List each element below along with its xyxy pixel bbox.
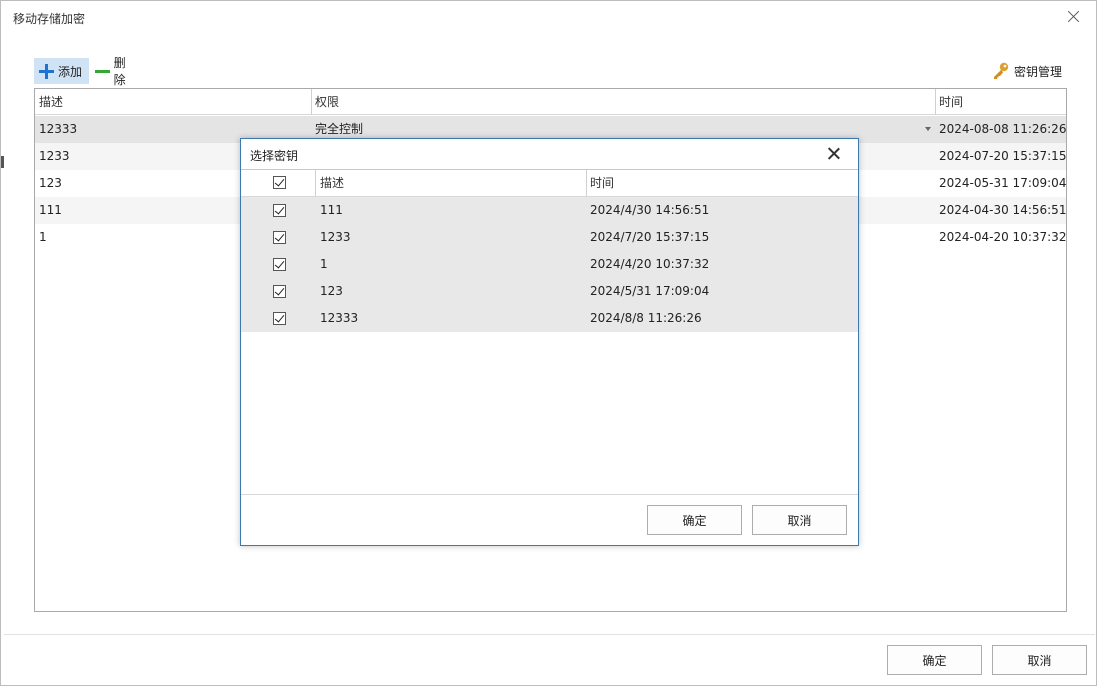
close-icon[interactable] [826, 146, 842, 162]
dialog-title: 选择密钥 [250, 149, 299, 163]
column-header-permission[interactable]: 权限 [311, 89, 339, 115]
key-icon [994, 62, 1009, 79]
key-row[interactable]: 12333 2024/8/8 11:26:26 [241, 305, 858, 332]
key-row[interactable]: 1 2024/4/20 10:37:32 [241, 251, 858, 278]
delete-button[interactable]: 删除 [90, 56, 142, 87]
row-checkbox[interactable] [273, 231, 286, 244]
column-header-time[interactable]: 时间 [935, 89, 963, 115]
key-time: 2024/7/20 15:37:15 [590, 230, 710, 244]
ok-button[interactable]: 确定 [887, 645, 982, 675]
key-desc: 1 [320, 257, 328, 271]
key-desc: 12333 [320, 311, 359, 325]
select-key-dialog: 选择密钥 描述 时间 111 2024/4/30 14:56:51 1233 2… [240, 138, 859, 546]
row-time: 2024-07-20 15:37:15 [939, 149, 1067, 163]
key-desc: 111 [320, 203, 343, 217]
row-checkbox[interactable] [273, 312, 286, 325]
key-management-label: 密钥管理 [1014, 64, 1063, 79]
row-desc: 1 [39, 230, 47, 244]
column-header-time[interactable]: 时间 [586, 170, 614, 196]
key-table: 描述 时间 111 2024/4/30 14:56:51 1233 2024/7… [241, 169, 858, 495]
close-icon[interactable] [1065, 8, 1083, 26]
key-desc: 123 [320, 284, 343, 298]
key-time: 2024/4/20 10:37:32 [590, 257, 710, 271]
row-checkbox[interactable] [273, 258, 286, 271]
dialog-cancel-button[interactable]: 取消 [752, 505, 847, 535]
table-header: 描述 权限 时间 [35, 89, 1066, 115]
key-row[interactable]: 123 2024/5/31 17:09:04 [241, 278, 858, 305]
key-row[interactable]: 1233 2024/7/20 15:37:15 [241, 224, 858, 251]
plus-icon [39, 63, 54, 79]
row-time: 2024-08-08 11:26:26 [939, 122, 1067, 136]
row-desc: 12333 [39, 122, 78, 136]
key-row[interactable]: 111 2024/4/30 14:56:51 [241, 197, 858, 224]
column-header-desc[interactable]: 描述 [35, 89, 63, 115]
select-all-checkbox[interactable] [273, 176, 286, 189]
key-time: 2024/4/30 14:56:51 [590, 203, 710, 217]
key-time: 2024/5/31 17:09:04 [590, 284, 710, 298]
dialog-ok-button[interactable]: 确定 [647, 505, 742, 535]
key-table-header: 描述 时间 [241, 170, 858, 197]
background-window-edge [1, 156, 4, 168]
row-time: 2024-05-31 17:09:04 [939, 176, 1067, 190]
row-time: 2024-04-30 14:56:51 [939, 203, 1067, 217]
chevron-down-icon[interactable] [925, 127, 931, 131]
window-title: 移动存储加密 [13, 12, 86, 26]
key-time: 2024/8/8 11:26:26 [590, 311, 702, 325]
add-button-label: 添加 [58, 64, 83, 79]
column-header-desc[interactable]: 描述 [316, 170, 344, 196]
delete-button-label: 删除 [113, 56, 126, 87]
footer-divider [4, 634, 1095, 635]
cancel-button[interactable]: 取消 [992, 645, 1087, 675]
row-desc: 123 [39, 176, 62, 190]
row-desc: 111 [39, 203, 62, 217]
row-time: 2024-04-20 10:37:32 [939, 230, 1067, 244]
key-desc: 1233 [320, 230, 351, 244]
key-management-button[interactable]: 密钥管理 [991, 60, 1062, 82]
minus-icon [95, 69, 110, 73]
row-checkbox[interactable] [273, 285, 286, 298]
add-button[interactable]: 添加 [34, 58, 89, 84]
row-desc: 1233 [39, 149, 70, 163]
row-checkbox[interactable] [273, 204, 286, 217]
